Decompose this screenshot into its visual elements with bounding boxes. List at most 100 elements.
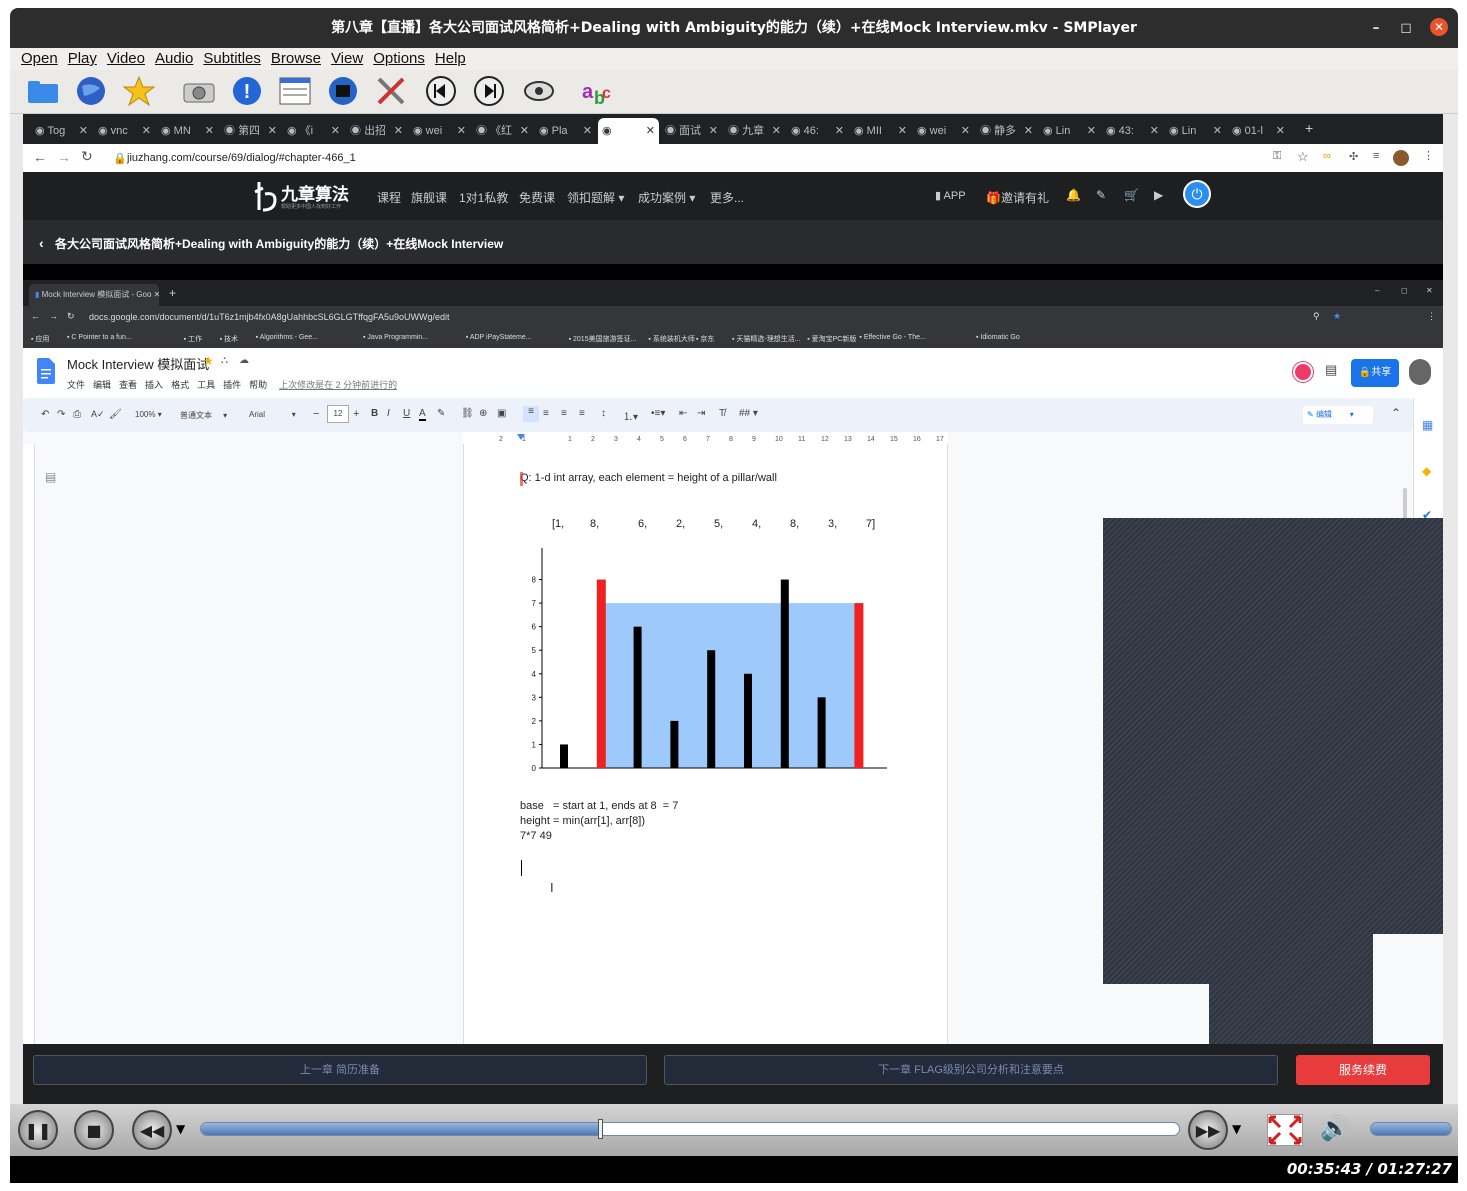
print-icon[interactable]: ⎙ bbox=[73, 409, 81, 420]
tab-close-icon[interactable]: ✕ bbox=[961, 118, 970, 144]
power-icon[interactable]: ⏻ bbox=[1183, 180, 1211, 208]
align-right-button[interactable]: ≡ bbox=[561, 408, 567, 419]
prev-icon[interactable] bbox=[424, 74, 458, 108]
bookmark-item[interactable]: ▪ 2015美国旅游签证... bbox=[569, 334, 637, 344]
tab-close-icon[interactable]: ✕ bbox=[268, 118, 277, 144]
nav-invite[interactable]: 🎁邀请有礼 bbox=[986, 189, 1049, 206]
nav-lintcode[interactable]: 领扣题解 ▾ bbox=[567, 189, 624, 206]
font-select[interactable]: Arial ▾ bbox=[249, 410, 296, 419]
user-avatar[interactable] bbox=[1409, 359, 1431, 385]
clear-format-icon[interactable]: T̸ bbox=[719, 408, 725, 419]
menu-subtitles[interactable]: Subtitles bbox=[198, 48, 266, 70]
inner-url[interactable]: docs.google.com/document/d/1uT6z1mjb4fx0… bbox=[89, 312, 450, 322]
tab-close-icon[interactable]: ✕ bbox=[772, 118, 781, 144]
new-tab-button[interactable]: + bbox=[1305, 120, 1313, 136]
star-icon[interactable] bbox=[122, 74, 156, 108]
menu-open[interactable]: Open bbox=[16, 48, 63, 70]
style-select[interactable]: 普通文本 ▾ bbox=[180, 410, 227, 421]
extension-icon[interactable]: ∞ bbox=[1323, 150, 1331, 162]
mode-select[interactable]: ✎ 编辑 ▾ bbox=[1303, 406, 1373, 424]
bookmark-item[interactable]: ▪ 应用 bbox=[31, 334, 49, 344]
numbered-list-icon[interactable]: ⒈▾ bbox=[623, 408, 638, 423]
tools-icon[interactable] bbox=[374, 74, 408, 108]
tab-close-icon[interactable]: ✕ bbox=[1213, 118, 1222, 144]
inner-close-icon[interactable]: ✕ bbox=[1426, 286, 1433, 295]
menu-play[interactable]: Play bbox=[63, 48, 102, 70]
comment-add-icon[interactable]: ⊕ bbox=[479, 408, 487, 419]
bookmark-item[interactable]: ▪ Java Programmin... bbox=[363, 334, 428, 341]
browser-tab[interactable]: ◉ 01-l ✕ bbox=[1228, 118, 1289, 144]
browser-tab[interactable]: ◉ 《i ✕ bbox=[283, 118, 344, 144]
close-icon[interactable]: ✕ bbox=[1430, 18, 1448, 36]
inner-back-icon[interactable]: ← bbox=[31, 311, 40, 321]
playlist-icon[interactable] bbox=[278, 74, 312, 108]
browser-tab[interactable]: ◉ 第四 ✕ bbox=[220, 118, 281, 144]
inner-zoom-icon[interactable]: ⚲ bbox=[1313, 311, 1320, 322]
video-icon[interactable]: ▶ bbox=[1154, 188, 1163, 202]
fullscreen-icon[interactable] bbox=[1267, 1114, 1303, 1146]
browser-tab[interactable]: ◉ 面试 ✕ bbox=[661, 118, 722, 144]
outline-icon[interactable]: ▤ bbox=[45, 470, 56, 484]
nav-tutoring[interactable]: 1对1私教 bbox=[459, 189, 508, 206]
tab-close-icon[interactable]: ✕ bbox=[1024, 118, 1033, 144]
menu-browse[interactable]: Browse bbox=[266, 48, 326, 70]
gdoc-menu-tools[interactable]: 工具 bbox=[197, 380, 215, 390]
video-area[interactable]: ◉ Tog ✕ ◉ vnc ✕ ◉ MN ✕ ◉ 第四 ✕ ◉ 《i ✕ ◉ 出招 ✕ ◉ … bbox=[23, 114, 1443, 1104]
gdoc-menu-file[interactable]: 文件 bbox=[67, 380, 85, 390]
indent-increase-icon[interactable]: ⇥ bbox=[697, 408, 705, 419]
film-icon[interactable] bbox=[326, 74, 360, 108]
camera-icon[interactable] bbox=[182, 74, 216, 108]
gdoc-menu-addons[interactable]: 插件 bbox=[223, 380, 241, 390]
browser-tab[interactable]: ◉ ✕ bbox=[598, 118, 659, 144]
justify-button[interactable]: ≡ bbox=[579, 408, 585, 419]
bookmark-item[interactable]: ▪ 工作 bbox=[184, 334, 202, 344]
browser-tab[interactable]: ◉ Tog ✕ bbox=[31, 118, 92, 144]
inner-restore-icon[interactable]: ◻ bbox=[1401, 286, 1408, 295]
nav-more[interactable]: 更多... bbox=[710, 189, 744, 206]
prev-chapter-button[interactable]: 上一章 简历准备 bbox=[33, 1055, 647, 1085]
volume-icon[interactable]: 🔊 bbox=[1320, 1114, 1350, 1142]
bookmark-item[interactable]: ▪ 京东 bbox=[696, 334, 714, 344]
font-size-increase[interactable]: + bbox=[353, 408, 359, 420]
menu-view[interactable]: View bbox=[326, 48, 368, 70]
gdoc-menu-help[interactable]: 帮助 bbox=[249, 380, 267, 390]
text-color-button[interactable]: A bbox=[419, 408, 426, 421]
seek-bar[interactable] bbox=[200, 1122, 1180, 1136]
gdoc-menu-view[interactable]: 查看 bbox=[119, 380, 137, 390]
browser-tab[interactable]: ◉ MN ✕ bbox=[157, 118, 218, 144]
gdoc-menu-insert[interactable]: 插入 bbox=[145, 380, 163, 390]
tab-close-icon[interactable]: ✕ bbox=[79, 118, 88, 144]
browser-tab[interactable]: ◉ wei ✕ bbox=[913, 118, 974, 144]
stop-button[interactable]: ■ bbox=[74, 1110, 114, 1150]
inner-tab[interactable]: ▮ Mock Interview 模拟面试 - Goo ✕ bbox=[29, 284, 159, 306]
browser-tab[interactable]: ◉ 静多 ✕ bbox=[976, 118, 1037, 144]
minimize-icon[interactable]: – bbox=[1362, 8, 1390, 48]
font-size-decrease[interactable]: − bbox=[313, 408, 319, 420]
browser-tab[interactable]: ◉ 九章 ✕ bbox=[724, 118, 785, 144]
gdoc-menu-format[interactable]: 格式 bbox=[171, 380, 189, 390]
media-icon[interactable]: ≡ bbox=[1373, 150, 1379, 162]
keep-icon[interactable]: ◆ bbox=[1422, 464, 1431, 478]
spellcheck-icon[interactable]: abc bbox=[580, 74, 614, 108]
bookmark-item[interactable]: ▪ Idiomatic Go bbox=[976, 334, 1020, 341]
tab-close-icon[interactable]: ✕ bbox=[1150, 118, 1159, 144]
menu-options[interactable]: Options bbox=[368, 48, 430, 70]
comments-icon[interactable]: ▤ bbox=[1325, 362, 1337, 378]
browser-tab[interactable]: ◉ Pla ✕ bbox=[535, 118, 596, 144]
url-text[interactable]: jiuzhang.com/course/69/dialog/#chapter-4… bbox=[127, 152, 356, 164]
tab-close-icon[interactable]: ✕ bbox=[457, 118, 466, 144]
gdoc-title[interactable]: Mock Interview 模拟面试 bbox=[67, 354, 209, 373]
puzzle-icon[interactable]: ✣ bbox=[1349, 150, 1358, 163]
nav-courses[interactable]: 课程 bbox=[377, 189, 401, 206]
back-icon[interactable]: ← bbox=[33, 149, 47, 165]
redo-icon[interactable]: ↷ bbox=[57, 409, 65, 420]
browser-tab[interactable]: ◉ Lin ✕ bbox=[1165, 118, 1226, 144]
bell-icon[interactable]: 🔔 bbox=[1066, 188, 1081, 202]
bookmark-item[interactable]: ▪ C Pointer to a fun... bbox=[67, 334, 132, 341]
align-center-button[interactable]: ≡ bbox=[543, 408, 549, 419]
nav-flagship[interactable]: 旗舰课 bbox=[411, 189, 447, 206]
image-icon[interactable]: ▣ bbox=[497, 408, 506, 419]
tab-close-icon[interactable]: ✕ bbox=[520, 118, 529, 144]
inner-menu-icon[interactable]: ⋮ bbox=[1427, 311, 1436, 322]
notes-icon[interactable]: ✎ bbox=[1096, 188, 1106, 202]
